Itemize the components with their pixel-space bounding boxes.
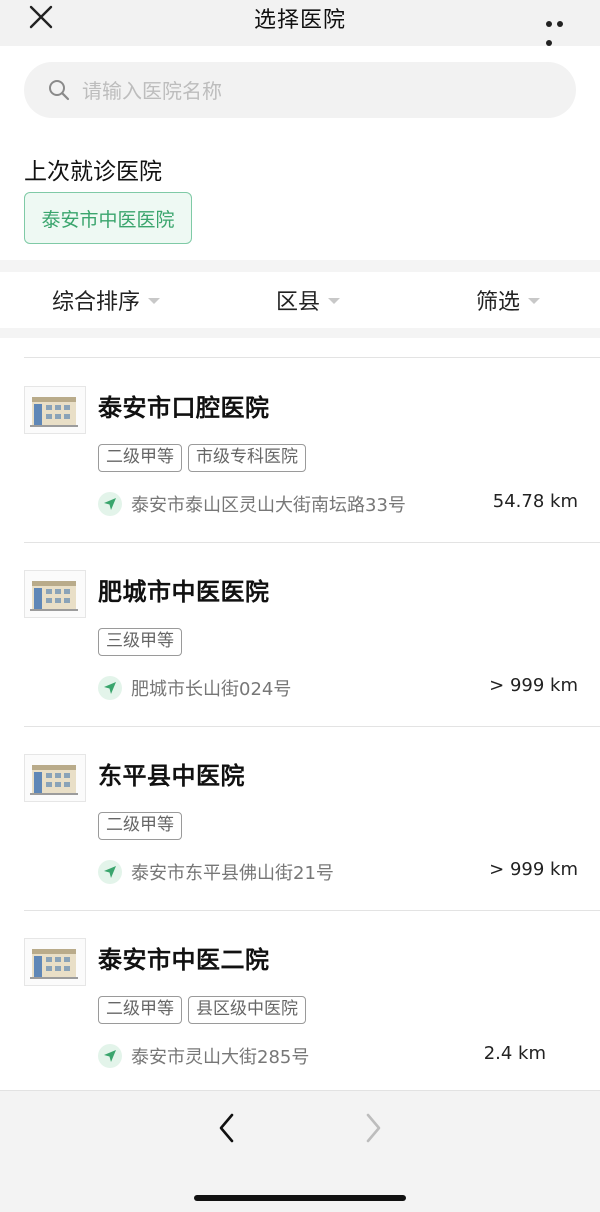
hospital-tags: 二级甲等 市级专科医院 — [98, 444, 312, 472]
hospital-tag: 二级甲等 — [98, 996, 182, 1024]
hospital-card[interactable]: 泰安市中医二院 二级甲等 县区级中医院 泰安市灵山大街285号 2.4 km — [0, 910, 600, 1094]
search-bar[interactable] — [24, 62, 576, 118]
home-indicator[interactable] — [194, 1195, 406, 1201]
hospital-distance: 54.78 km — [492, 491, 578, 512]
hospital-tag: 二级甲等 — [98, 444, 182, 472]
location-arrow-icon — [98, 492, 122, 516]
filter-screen[interactable]: 筛选 — [476, 284, 541, 316]
location-arrow-icon — [98, 676, 122, 700]
hospital-building-icon — [24, 570, 86, 618]
hospital-tag: 县区级中医院 — [188, 996, 306, 1024]
hospital-address: 泰安市东平县佛山街21号 — [131, 863, 334, 884]
forward-button[interactable] — [360, 1111, 386, 1145]
hospital-tags: 三级甲等 — [98, 628, 188, 656]
chevron-right-icon — [366, 1113, 381, 1143]
hospital-name: 东平县中医院 — [98, 762, 245, 790]
hospital-building-icon — [24, 386, 86, 434]
bottom-nav-bar — [0, 1090, 600, 1212]
filter-label: 区县 — [276, 290, 321, 315]
hospital-tag: 三级甲等 — [98, 628, 182, 656]
page-title: 选择医院 — [253, 8, 346, 33]
hospital-name: 泰安市口腔医院 — [98, 394, 270, 422]
hospital-card[interactable]: 泰安市口腔医院 二级甲等 市级专科医院 泰安市泰山区灵山大街南坛路33号 54.… — [0, 358, 600, 542]
chevron-left-icon — [219, 1113, 234, 1143]
recent-hospital-title: 上次就诊医院 — [24, 159, 162, 185]
hospital-address: 肥城市长山街024号 — [131, 679, 292, 700]
search-input[interactable] — [80, 72, 544, 110]
filter-label: 综合排序 — [52, 290, 141, 315]
hospital-distance: > 999 km — [489, 675, 578, 696]
hospital-card[interactable]: 肥城市中医医院 三级甲等 肥城市长山街024号 > 999 km — [0, 542, 600, 726]
divider — [0, 328, 600, 338]
hospital-address: 泰安市灵山大街285号 — [131, 1047, 310, 1068]
hospital-name: 泰安市中医二院 — [98, 946, 270, 974]
hospital-name: 肥城市中医医院 — [98, 578, 270, 606]
hospital-address-row: 肥城市长山街024号 > 999 km — [98, 674, 578, 702]
hospital-card[interactable]: 东平县中医院 二级甲等 泰安市东平县佛山街21号 > 999 km — [0, 726, 600, 910]
filter-label: 筛选 — [476, 290, 521, 315]
filter-district[interactable]: 区县 — [276, 284, 341, 316]
recent-hospital-chip[interactable]: 泰安市中医医院 — [24, 192, 192, 244]
hospital-distance: 2.4 km — [483, 1043, 546, 1064]
filter-sort[interactable]: 综合排序 — [52, 284, 161, 316]
hospital-tags: 二级甲等 县区级中医院 — [98, 996, 312, 1024]
hospital-tag: 市级专科医院 — [188, 444, 306, 472]
filter-bar: 综合排序 区县 筛选 — [0, 272, 600, 328]
location-arrow-icon — [98, 1044, 122, 1068]
hospital-building-icon — [24, 938, 86, 986]
hospital-address-row: 泰安市东平县佛山街21号 > 999 km — [98, 858, 578, 886]
more-button[interactable] — [546, 12, 576, 46]
divider — [0, 260, 600, 272]
hospital-distance: > 999 km — [489, 859, 578, 880]
back-button[interactable] — [214, 1111, 240, 1145]
hospital-address: 泰安市泰山区灵山大街南坛路33号 — [131, 495, 406, 516]
dropdown-caret-icon — [328, 298, 341, 304]
location-arrow-icon — [98, 860, 122, 884]
hospital-address-row: 泰安市灵山大街285号 2.4 km — [98, 1042, 578, 1070]
hospital-tag: 二级甲等 — [98, 812, 182, 840]
dropdown-caret-icon — [528, 298, 541, 304]
hospital-tags: 二级甲等 — [98, 812, 188, 840]
hospital-building-icon — [24, 754, 86, 802]
search-icon — [49, 80, 70, 101]
top-bar: 选择医院 — [0, 0, 600, 46]
dropdown-caret-icon — [148, 298, 161, 304]
hospital-address-row: 泰安市泰山区灵山大街南坛路33号 54.78 km — [98, 490, 578, 518]
